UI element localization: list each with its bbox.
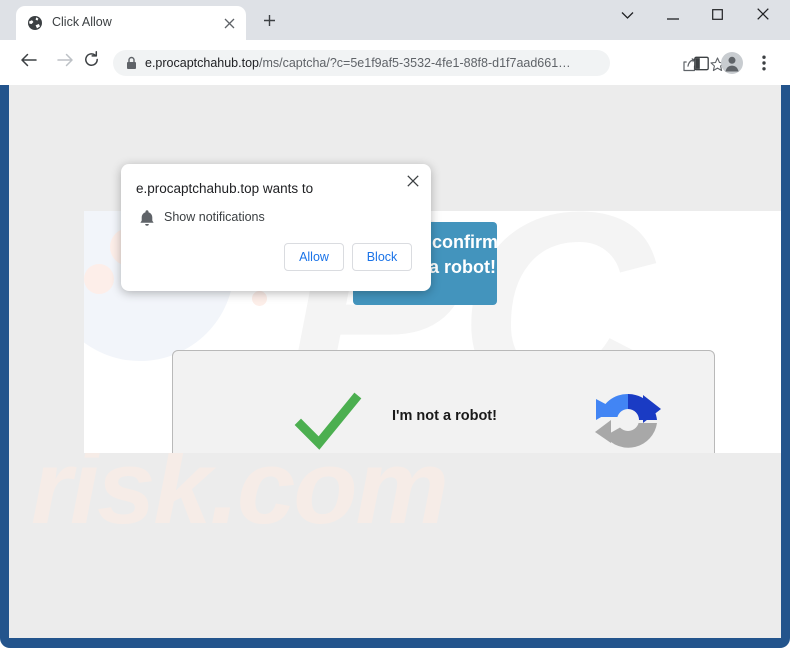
plus-icon [263, 14, 276, 32]
block-button[interactable]: Block [352, 243, 412, 271]
arrow-left-icon [20, 52, 37, 73]
reload-icon [83, 51, 100, 73]
browser-tab[interactable]: Click Allow [16, 6, 246, 40]
minimize-button[interactable] [650, 0, 695, 32]
browser-window: Click Allow e.procaptchahub.top/ms/captc… [0, 0, 790, 648]
refresh-arrows-icon[interactable] [593, 387, 663, 453]
lock-icon[interactable] [125, 56, 138, 70]
maximize-icon [712, 7, 723, 25]
notification-permission-dialog: e.procaptchahub.top wants to Show notifi… [121, 164, 431, 291]
new-tab-button[interactable] [256, 10, 282, 36]
close-icon[interactable] [220, 14, 238, 32]
minimize-icon [666, 7, 679, 25]
person-avatar-icon[interactable] [719, 50, 745, 76]
close-icon [756, 7, 769, 25]
globe-icon [27, 15, 43, 31]
maximize-button[interactable] [695, 0, 740, 32]
close-icon[interactable] [403, 171, 423, 191]
decorative-dot [252, 291, 267, 306]
allow-button[interactable]: Allow [284, 243, 344, 271]
tab-title-label: Click Allow [52, 15, 112, 29]
side-panel-icon[interactable] [688, 50, 714, 76]
address-bar[interactable]: e.procaptchahub.top/ms/captcha/?c=5e1f9a… [113, 50, 725, 76]
arrow-right-icon [56, 52, 74, 73]
bell-icon [139, 209, 155, 227]
chevron-down-icon [621, 7, 634, 25]
tab-strip: Click Allow [0, 0, 790, 40]
decorative-dot [84, 264, 114, 294]
reload-button[interactable] [76, 47, 106, 77]
permission-label: Show notifications [164, 210, 265, 224]
dialog-title: e.procaptchahub.top wants to [136, 181, 314, 196]
browser-toolbar: e.procaptchahub.top/ms/captcha/?c=5e1f9a… [0, 40, 790, 85]
captcha-box[interactable]: I'm not a robot! [172, 350, 715, 453]
page-viewport: risk.com PC Click «Allow» to confirm tha… [9, 85, 781, 638]
three-dot-menu-icon[interactable] [751, 50, 777, 76]
close-window-button[interactable] [740, 0, 785, 32]
url-text: e.procaptchahub.top/ms/captcha/?c=5e1f9a… [145, 56, 571, 70]
tab-search-button[interactable] [605, 0, 650, 32]
back-button[interactable] [13, 47, 43, 77]
